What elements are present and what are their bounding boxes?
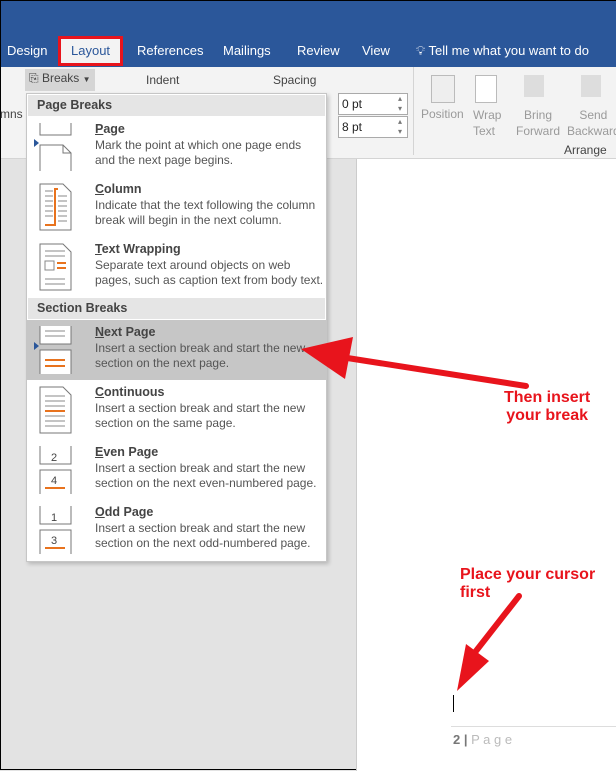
annotation-place-cursor: Place your cursor first: [460, 566, 596, 601]
arrow-to-next-page: [301, 337, 529, 389]
annotation-arrows: [301, 337, 529, 691]
annotation-then-insert: Then insert your break: [504, 389, 591, 424]
arrow-to-cursor: [457, 593, 522, 691]
